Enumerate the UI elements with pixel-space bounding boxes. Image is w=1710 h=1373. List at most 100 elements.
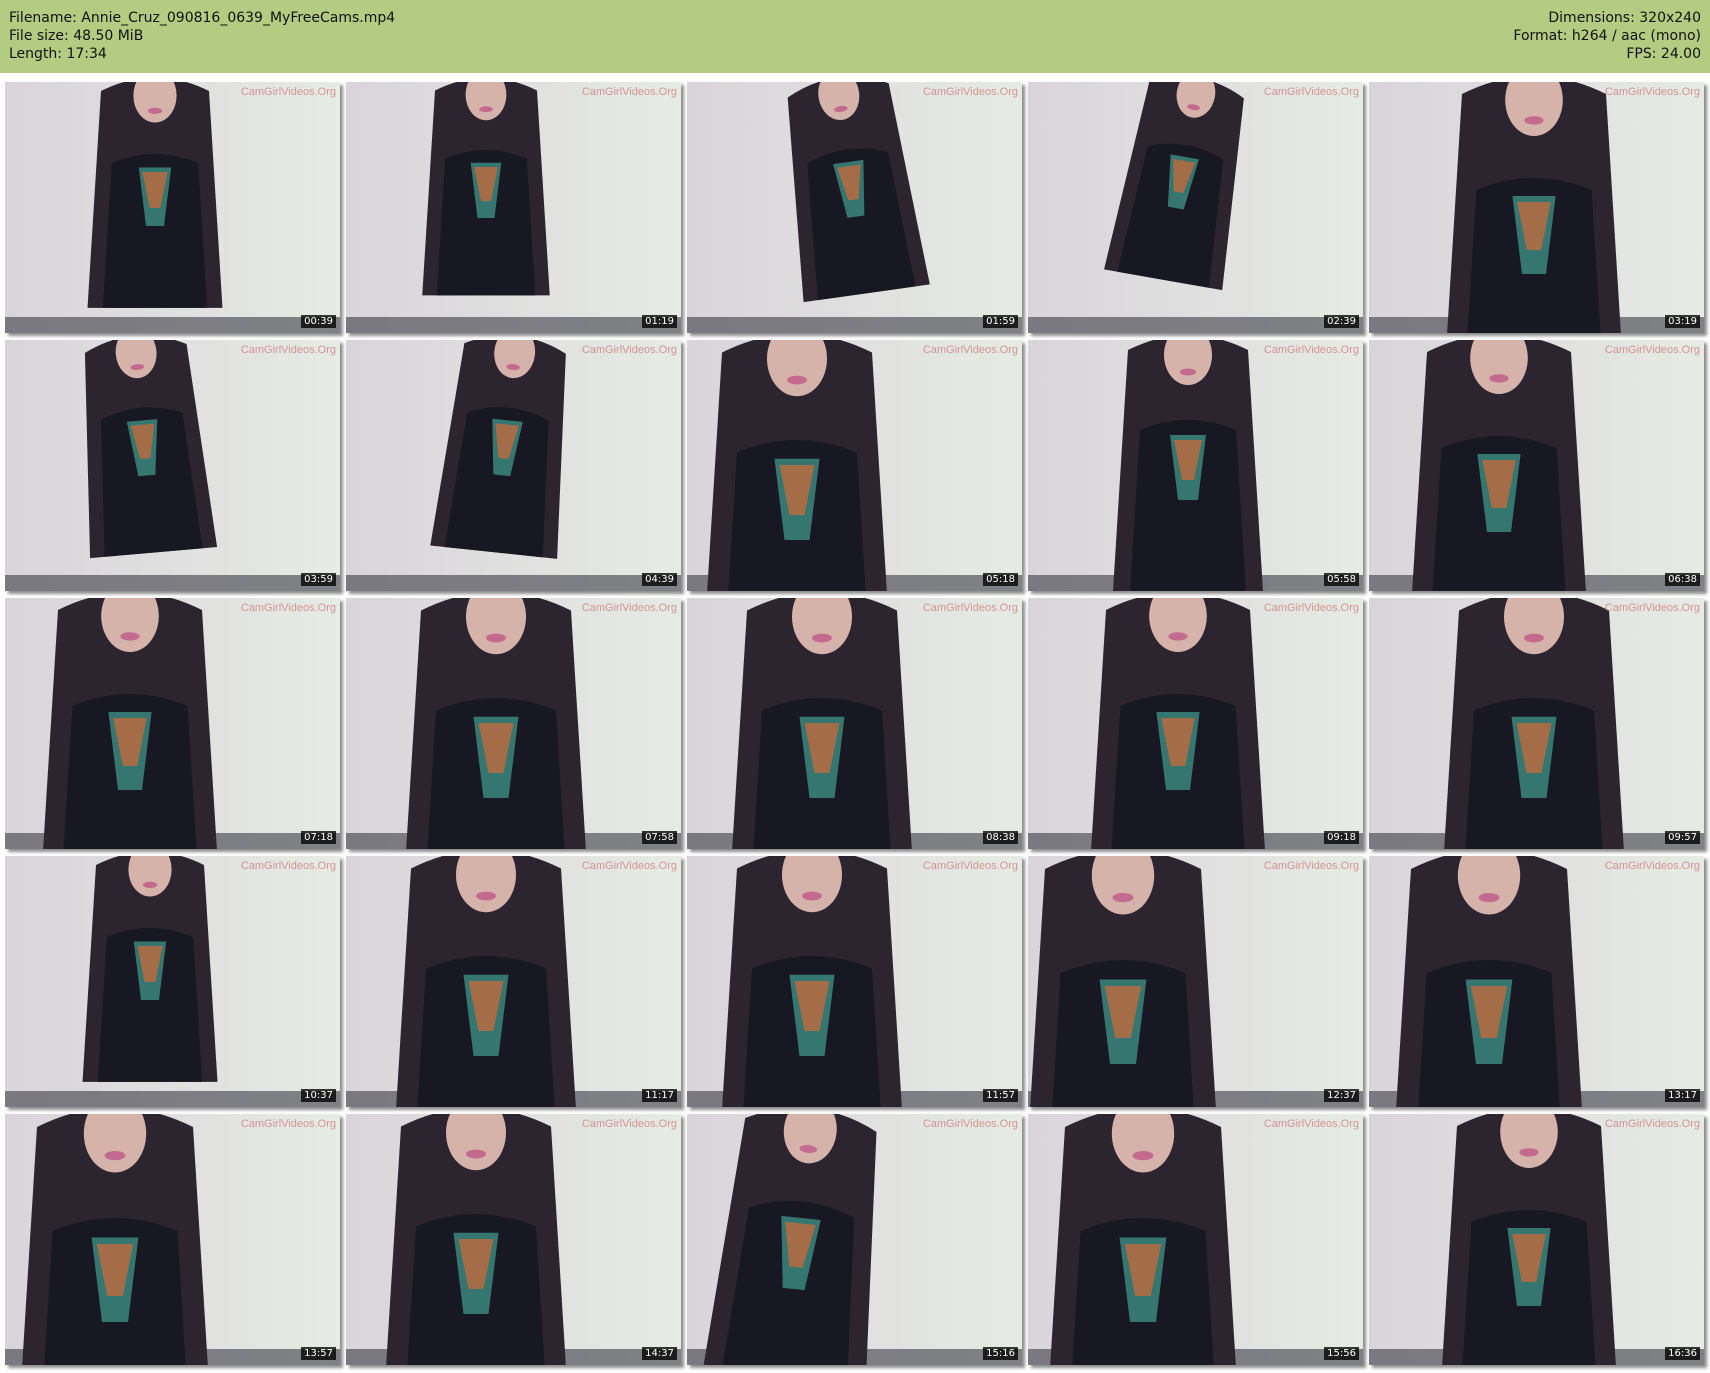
- video-frame-image: [1028, 856, 1363, 1107]
- timestamp-label: 16:36: [1665, 1347, 1700, 1360]
- watermark-text: CamGirlVideos.Org: [1604, 86, 1700, 98]
- watermark-text: CamGirlVideos.Org: [1263, 602, 1359, 614]
- watermark-text: CamGirlVideos.Org: [240, 602, 336, 614]
- video-frame-image: [346, 82, 681, 333]
- timestamp-label: 08:38: [983, 831, 1018, 844]
- watermark-text: CamGirlVideos.Org: [1604, 860, 1700, 872]
- thumbnail: CamGirlVideos.Org 03:59: [5, 340, 340, 591]
- thumbnail: CamGirlVideos.Org 13:17: [1369, 856, 1704, 1107]
- watermark-text: CamGirlVideos.Org: [581, 344, 677, 356]
- timestamp-label: 11:17: [642, 1089, 677, 1102]
- watermark-text: CamGirlVideos.Org: [1263, 1118, 1359, 1130]
- video-frame-image: [5, 598, 340, 849]
- watermark-text: CamGirlVideos.Org: [240, 1118, 336, 1130]
- timestamp-label: 04:39: [642, 573, 677, 586]
- watermark-text: CamGirlVideos.Org: [922, 1118, 1018, 1130]
- video-frame-image: [5, 1114, 340, 1365]
- format-text: Format: h264 / aac (mono): [1513, 28, 1701, 44]
- watermark-text: CamGirlVideos.Org: [1263, 860, 1359, 872]
- thumbnail: CamGirlVideos.Org 11:57: [687, 856, 1022, 1107]
- video-frame-image: [346, 856, 681, 1107]
- video-frame-image: [1369, 82, 1704, 333]
- watermark-text: CamGirlVideos.Org: [1263, 86, 1359, 98]
- thumbnail: CamGirlVideos.Org 05:58: [1028, 340, 1363, 591]
- thumbnail: CamGirlVideos.Org 15:56: [1028, 1114, 1363, 1365]
- watermark-text: CamGirlVideos.Org: [922, 86, 1018, 98]
- thumbnail: CamGirlVideos.Org 08:38: [687, 598, 1022, 849]
- thumbnail: CamGirlVideos.Org 03:19: [1369, 82, 1704, 333]
- thumbnail: CamGirlVideos.Org 12:37: [1028, 856, 1363, 1107]
- timestamp-label: 01:19: [642, 315, 677, 328]
- timestamp-label: 01:59: [983, 315, 1018, 328]
- video-frame-image: [1369, 1114, 1704, 1365]
- video-frame-image: [687, 856, 1022, 1107]
- timestamp-label: 07:18: [301, 831, 336, 844]
- video-frame-image: [687, 598, 1022, 849]
- video-frame-image: [1369, 856, 1704, 1107]
- thumbnail: CamGirlVideos.Org 01:19: [346, 82, 681, 333]
- watermark-text: CamGirlVideos.Org: [1604, 1118, 1700, 1130]
- watermark-text: CamGirlVideos.Org: [581, 86, 677, 98]
- dimensions-text: Dimensions: 320x240: [1548, 10, 1701, 26]
- thumbnail: CamGirlVideos.Org 07:58: [346, 598, 681, 849]
- thumbnail: CamGirlVideos.Org 07:18: [5, 598, 340, 849]
- watermark-text: CamGirlVideos.Org: [1263, 344, 1359, 356]
- thumbnail: CamGirlVideos.Org 09:57: [1369, 598, 1704, 849]
- timestamp-label: 09:18: [1324, 831, 1359, 844]
- timestamp-label: 14:37: [642, 1347, 677, 1360]
- watermark-text: CamGirlVideos.Org: [1604, 602, 1700, 614]
- timestamp-label: 05:58: [1324, 573, 1359, 586]
- info-right: Dimensions: 320x240 Format: h264 / aac (…: [1513, 9, 1701, 63]
- timestamp-label: 00:39: [301, 315, 336, 328]
- fps-text: FPS: 24.00: [1626, 46, 1701, 62]
- timestamp-label: 03:19: [1665, 315, 1700, 328]
- video-frame-image: [346, 598, 681, 849]
- thumbnail: CamGirlVideos.Org 06:38: [1369, 340, 1704, 591]
- video-frame-image: [1028, 598, 1363, 849]
- video-frame-image: [687, 1114, 1022, 1365]
- timestamp-label: 13:17: [1665, 1089, 1700, 1102]
- video-frame-image: [1369, 340, 1704, 591]
- thumbnail: CamGirlVideos.Org 14:37: [346, 1114, 681, 1365]
- thumbnail: CamGirlVideos.Org 02:39: [1028, 82, 1363, 333]
- length-text: Length: 17:34: [9, 46, 107, 62]
- timestamp-label: 10:37: [301, 1089, 336, 1102]
- watermark-text: CamGirlVideos.Org: [922, 860, 1018, 872]
- watermark-text: CamGirlVideos.Org: [922, 344, 1018, 356]
- thumbnail: CamGirlVideos.Org 01:59: [687, 82, 1022, 333]
- watermark-text: CamGirlVideos.Org: [1604, 344, 1700, 356]
- thumbnail: CamGirlVideos.Org 16:36: [1369, 1114, 1704, 1365]
- thumbnail: CamGirlVideos.Org 09:18: [1028, 598, 1363, 849]
- video-frame-image: [5, 82, 340, 333]
- thumbnail: CamGirlVideos.Org 00:39: [5, 82, 340, 333]
- thumbnail: CamGirlVideos.Org 04:39: [346, 340, 681, 591]
- timestamp-label: 09:57: [1665, 831, 1700, 844]
- watermark-text: CamGirlVideos.Org: [240, 86, 336, 98]
- watermark-text: CamGirlVideos.Org: [581, 860, 677, 872]
- filesize-text: File size: 48.50 MiB: [9, 28, 144, 44]
- video-frame-image: [346, 340, 681, 591]
- video-frame-image: [1369, 598, 1704, 849]
- timestamp-label: 07:58: [642, 831, 677, 844]
- timestamp-label: 02:39: [1324, 315, 1359, 328]
- watermark-text: CamGirlVideos.Org: [581, 602, 677, 614]
- video-frame-image: [346, 1114, 681, 1365]
- timestamp-label: 12:37: [1324, 1089, 1359, 1102]
- timestamp-label: 15:16: [983, 1347, 1018, 1360]
- filename-text: Filename: Annie_Cruz_090816_0639_MyFreeC…: [9, 10, 396, 26]
- thumbnail: CamGirlVideos.Org 11:17: [346, 856, 681, 1107]
- thumbnail: CamGirlVideos.Org 05:18: [687, 340, 1022, 591]
- timestamp-label: 15:56: [1324, 1347, 1359, 1360]
- video-frame-image: [5, 856, 340, 1107]
- timestamp-label: 06:38: [1665, 573, 1700, 586]
- video-frame-image: [1028, 340, 1363, 591]
- thumbnail: CamGirlVideos.Org 13:57: [5, 1114, 340, 1365]
- video-frame-image: [687, 82, 1022, 333]
- watermark-text: CamGirlVideos.Org: [581, 1118, 677, 1130]
- video-frame-image: [1028, 1114, 1363, 1365]
- video-frame-image: [687, 340, 1022, 591]
- watermark-text: CamGirlVideos.Org: [240, 860, 336, 872]
- thumbnail: CamGirlVideos.Org 10:37: [5, 856, 340, 1107]
- timestamp-label: 13:57: [301, 1347, 336, 1360]
- info-left: Filename: Annie_Cruz_090816_0639_MyFreeC…: [9, 9, 395, 63]
